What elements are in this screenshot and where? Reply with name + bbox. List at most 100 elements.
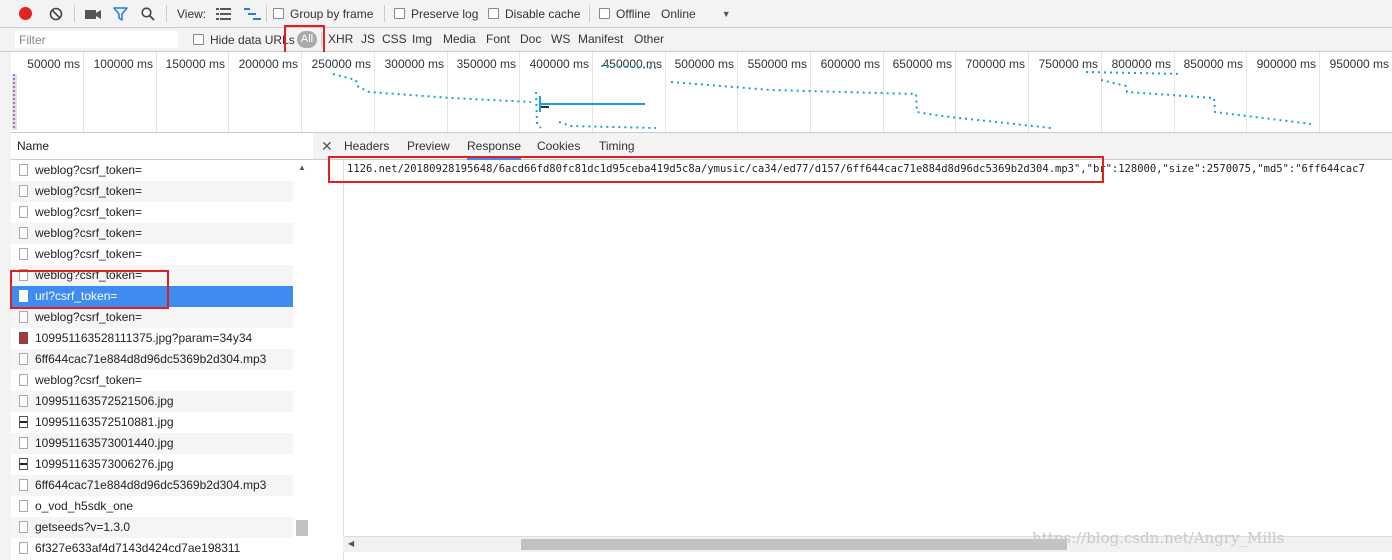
request-row[interactable]: getseeds?v=1.3.0 — [11, 517, 293, 538]
type-filter-xhr[interactable]: XHR — [328, 28, 353, 51]
request-row[interactable]: weblog?csrf_token= — [11, 244, 293, 265]
request-row[interactable]: weblog?csrf_token= — [11, 307, 293, 328]
name-column-header[interactable]: Name — [11, 133, 313, 160]
thumbnail-mark — [20, 421, 27, 423]
checkbox-icon — [488, 8, 499, 19]
request-name: weblog?csrf_token= — [35, 163, 143, 177]
tab-headers[interactable]: Headers — [344, 133, 389, 159]
clear-button[interactable] — [49, 0, 63, 27]
request-row[interactable]: weblog?csrf_token= — [11, 370, 293, 391]
offline-checkbox[interactable]: Offline — [599, 0, 650, 27]
document-icon — [19, 479, 28, 491]
toolbar-divider — [589, 5, 590, 22]
type-filter-img[interactable]: Img — [412, 28, 432, 51]
throttling-select[interactable]: Online ▼ — [661, 0, 731, 27]
request-row[interactable]: o_vod_h5sdk_one — [11, 496, 293, 517]
request-row[interactable]: 109951163573006276.jpg — [11, 454, 293, 475]
close-icon[interactable]: ✕ — [321, 133, 333, 159]
document-icon — [19, 521, 28, 533]
document-icon — [19, 248, 28, 260]
type-filter-ws[interactable]: WS — [551, 28, 570, 51]
request-name: weblog?csrf_token= — [35, 205, 143, 219]
waterfall-icon — [244, 7, 261, 20]
request-row[interactable]: 109951163572510881.jpg — [11, 412, 293, 433]
watermark-text: https://blog.csdn.net/Angry_Mills — [1032, 529, 1285, 547]
view-label: View: — [177, 6, 207, 21]
filter-bar: Hide data URLs All XHR JS CSS Img Media … — [0, 28, 1392, 52]
camera-icon — [85, 9, 101, 19]
scrollbar-thumb[interactable] — [296, 520, 308, 536]
preserve-log-label: Preserve log — [411, 6, 479, 21]
scroll-up-arrow-icon[interactable]: ▲ — [298, 163, 306, 172]
request-list-scrollbar[interactable]: ▲ — [293, 160, 311, 560]
request-name: weblog?csrf_token= — [35, 184, 143, 198]
tab-preview[interactable]: Preview — [407, 133, 450, 159]
request-row[interactable]: url?csrf_token= — [11, 286, 293, 307]
timeline-waterfall-graph — [12, 65, 1312, 130]
request-row[interactable]: 109951163572521506.jpg — [11, 391, 293, 412]
type-filter-font[interactable]: Font — [486, 28, 510, 51]
response-body-text[interactable]: 1126.net/20180928195648/6acd66fd80fc81dc… — [347, 163, 1365, 175]
request-name: getseeds?v=1.3.0 — [35, 520, 131, 534]
request-row[interactable]: 6ff644cac71e884d8d96dc5369b2d304.mp3 — [11, 475, 293, 496]
filter-input[interactable] — [15, 31, 178, 48]
request-row[interactable]: 6f327e633af4d7143d424cd7ae198311 — [11, 538, 293, 559]
timeline-overview[interactable]: 50000 ms 100000 ms 150000 ms 200000 ms 25000… — [11, 52, 1392, 133]
group-by-frame-checkbox[interactable]: Group by frame — [273, 0, 373, 27]
request-row[interactable]: weblog?csrf_token= — [11, 160, 293, 181]
type-filter-manifest[interactable]: Manifest — [578, 28, 623, 51]
waterfall-view-button[interactable] — [244, 0, 261, 27]
request-row[interactable]: 109951163528111375.jpg?param=34y34 — [11, 328, 293, 349]
checkbox-icon — [273, 8, 284, 19]
preserve-log-checkbox[interactable]: Preserve log — [394, 0, 478, 27]
document-icon — [19, 542, 28, 554]
search-button[interactable] — [141, 0, 155, 27]
search-icon — [141, 6, 155, 21]
screenshot-capture-button[interactable] — [85, 0, 102, 27]
type-filter-doc[interactable]: Doc — [520, 28, 541, 51]
image-thumbnail-icon — [19, 416, 28, 428]
type-filter-js[interactable]: JS — [361, 28, 375, 51]
toolbar-divider — [266, 5, 267, 22]
large-rows-view-button[interactable] — [216, 0, 231, 27]
list-view-icon — [216, 7, 231, 20]
chevron-down-icon: ▼ — [721, 8, 731, 19]
type-filter-all[interactable]: All — [297, 31, 317, 48]
document-icon — [19, 290, 28, 302]
offline-label: Offline — [616, 6, 651, 21]
type-filter-other[interactable]: Other — [634, 28, 664, 51]
request-name: 6ff644cac71e884d8d96dc5369b2d304.mp3 — [35, 352, 267, 366]
document-icon — [19, 164, 28, 176]
record-button[interactable] — [19, 0, 32, 27]
type-filter-css[interactable]: CSS — [382, 28, 407, 51]
document-icon — [19, 206, 28, 218]
request-row[interactable]: 6ff644cac71e884d8d96dc5369b2d304.mp3 — [11, 349, 293, 370]
checkbox-icon — [599, 8, 610, 19]
request-name: 109951163573001440.jpg — [35, 436, 174, 450]
type-filter-media[interactable]: Media — [443, 28, 476, 51]
request-row[interactable]: weblog?csrf_token= — [11, 181, 293, 202]
document-icon — [19, 269, 28, 281]
request-row[interactable]: weblog?csrf_token= — [11, 265, 293, 286]
toolbar-divider — [166, 5, 167, 22]
request-name: 6ff644cac71e884d8d96dc5369b2d304.mp3 — [35, 478, 267, 492]
disable-cache-checkbox[interactable]: Disable cache — [488, 0, 580, 27]
tab-response[interactable]: Response — [467, 133, 522, 160]
document-icon — [19, 374, 28, 386]
detail-tabbar: ✕ Headers Preview Response Cookies Timin… — [313, 133, 1392, 160]
disable-cache-label: Disable cache — [505, 6, 581, 21]
name-column-label: Name — [17, 139, 50, 153]
thumbnail-mark — [20, 463, 27, 465]
filter-funnel-icon — [113, 6, 128, 21]
request-row[interactable]: 109951163573001440.jpg — [11, 433, 293, 454]
request-row[interactable]: weblog?csrf_token= — [11, 223, 293, 244]
filter-toggle-button[interactable] — [113, 0, 128, 27]
hide-data-urls-checkbox[interactable]: Hide data URLs — [193, 28, 295, 51]
request-row[interactable]: weblog?csrf_token= — [11, 202, 293, 223]
tab-timing[interactable]: Timing — [599, 133, 635, 159]
scrollbar-thumb[interactable] — [521, 539, 1067, 550]
document-icon — [19, 500, 28, 512]
tab-cookies[interactable]: Cookies — [537, 133, 580, 159]
image-thumbnail-icon — [19, 458, 28, 470]
scroll-left-arrow-icon[interactable]: ◀ — [348, 539, 354, 548]
